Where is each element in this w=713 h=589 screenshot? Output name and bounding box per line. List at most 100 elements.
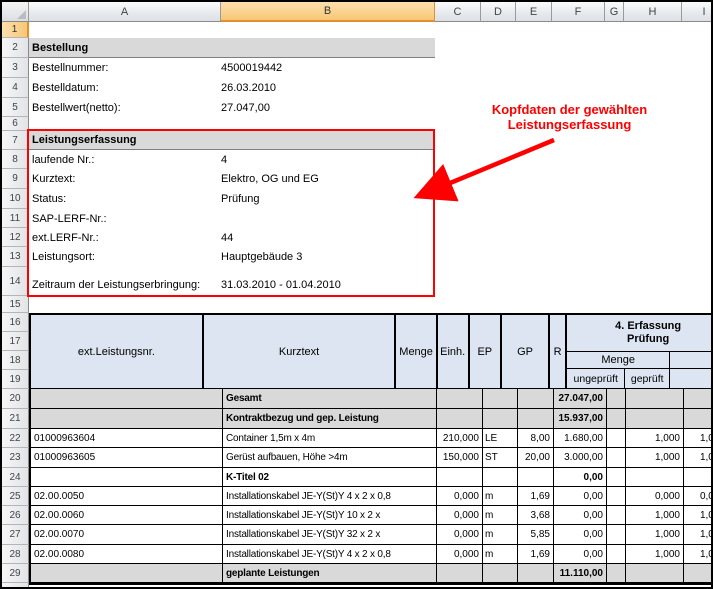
cell[interactable]: 1,000 [626,545,684,563]
row-header-30[interactable]: 30 [2,583,29,589]
column-header-g[interactable]: G [605,2,624,22]
row-header-6[interactable]: 6 [2,117,29,131]
cell[interactable] [626,468,684,486]
cell[interactable]: 1,000 [684,448,713,467]
row-header-20[interactable]: 20 [2,389,29,409]
cell[interactable]: 1,000 [626,429,684,447]
cell[interactable]: m [483,545,518,563]
cell[interactable] [518,468,554,486]
cell[interactable] [483,468,518,486]
cell[interactable]: Installationskabel JE-Y(St)Y 10 x 2 x [223,506,437,524]
header-ep[interactable]: EP [470,315,503,388]
cell[interactable]: 01000963604 [31,429,223,447]
kurztext-value[interactable]: Elektro, OG und EG [221,169,319,189]
header-geprueft[interactable]: geprüft [625,369,670,388]
cell[interactable] [518,389,554,408]
cell[interactable] [518,564,554,582]
cell[interactable]: 1,000 [684,429,713,447]
cell[interactable]: 1,000 [626,448,684,467]
header-menge[interactable]: Menge [396,315,438,388]
leistungsort-label[interactable]: Leistungsort: [29,247,221,267]
cell[interactable] [31,389,223,408]
column-header-f[interactable]: F [552,2,605,22]
column-header-b-selected[interactable]: B [221,2,435,22]
row-header-24[interactable]: 24 [2,468,29,487]
laufende-nr-value[interactable]: 4 [221,150,227,169]
row-header-4[interactable]: 4 [2,78,29,98]
row-header-21[interactable]: 21 [2,409,29,429]
cell[interactable] [437,468,483,486]
cell[interactable] [31,409,223,428]
cell[interactable]: 0,00 [554,545,607,563]
bestellwert-value[interactable]: 27.047,00 [221,98,270,117]
cell[interactable]: 02.00.0060 [31,506,223,524]
cell[interactable]: m [483,506,518,524]
zeitraum-label[interactable]: Zeitraum der Leistungserbringung: [29,267,221,296]
cell[interactable] [684,564,713,582]
row-header-28[interactable]: 28 [2,545,29,564]
cell[interactable] [437,564,483,582]
cell[interactable]: 0,000 [684,487,713,505]
cell[interactable]: m [483,525,518,544]
cell[interactable]: 0,00 [554,487,607,505]
cell[interactable] [607,487,626,505]
cell[interactable]: 150,000 [437,448,483,467]
cell[interactable] [607,525,626,544]
cell[interactable]: 0,000 [437,487,483,505]
cell[interactable]: 0,000 [437,506,483,524]
cell[interactable] [437,389,483,408]
row-header-5[interactable]: 5 [2,98,29,117]
cell[interactable]: 0,000 [437,525,483,544]
cell[interactable] [31,564,223,582]
header-kurztext[interactable]: Kurztext [204,315,397,388]
row-header-1[interactable]: 1 [2,22,29,38]
row-header-26[interactable]: 26 [2,506,29,525]
cell[interactable]: 02.00.0050 [31,487,223,505]
cell[interactable]: 1,000 [626,525,684,544]
cell[interactable]: 1,69 [518,487,554,505]
column-header-h[interactable]: H [624,2,682,22]
cell[interactable]: 1,000 [626,506,684,524]
row-header-11[interactable]: 11 [2,209,29,228]
leistungsort-value[interactable]: Hauptgebäude 3 [221,247,302,267]
column-header-d[interactable]: D [481,2,516,22]
cell[interactable]: Container 1,5m x 4m [223,429,437,447]
cell[interactable]: 210,000 [437,429,483,447]
cell[interactable]: 1.680,00 [554,429,607,447]
cell[interactable]: K-Titel 02 [223,468,437,486]
row-header-13[interactable]: 13 [2,247,29,267]
cell[interactable] [607,389,626,408]
cell[interactable] [518,409,554,428]
cell[interactable]: m [483,487,518,505]
cell[interactable] [483,389,518,408]
column-header-a[interactable]: A [29,2,221,22]
header-erfassung-title[interactable]: 4. Erfassung Prüfung [567,315,713,352]
kurztext-label[interactable]: Kurztext: [29,169,221,189]
row-header-17[interactable]: 17 [2,332,29,351]
cell[interactable] [684,409,713,428]
bestelldatum-label[interactable]: Bestelldatum: [29,78,221,98]
column-header-c[interactable]: C [435,2,481,22]
cell[interactable] [483,564,518,582]
laufende-nr-label[interactable]: laufende Nr.: [29,150,221,169]
cell[interactable] [437,409,483,428]
cell[interactable] [607,429,626,447]
row-header-23[interactable]: 23 [2,448,29,468]
header-ungeprueft[interactable]: ungeprüft [567,369,625,388]
column-header-i[interactable]: I [682,2,713,22]
row-header-27[interactable]: 27 [2,525,29,545]
ext-lerf-nr-value[interactable]: 44 [221,228,233,247]
status-label[interactable]: Status: [29,189,221,209]
cell[interactable]: 0,00 [554,468,607,486]
cell[interactable] [31,468,223,486]
row-header-14[interactable]: 14 [2,267,29,296]
row-header-18[interactable]: 18 [2,351,29,370]
cell[interactable]: 01000963605 [31,448,223,467]
status-value[interactable]: Prüfung [221,189,260,209]
cell[interactable]: 0,00 [554,525,607,544]
cell[interactable]: 20,00 [518,448,554,467]
cell[interactable]: 0,00 [554,506,607,524]
cell[interactable] [684,389,713,408]
bestelldatum-value[interactable]: 26.03.2010 [221,78,276,98]
cell[interactable]: 27.047,00 [554,389,607,408]
